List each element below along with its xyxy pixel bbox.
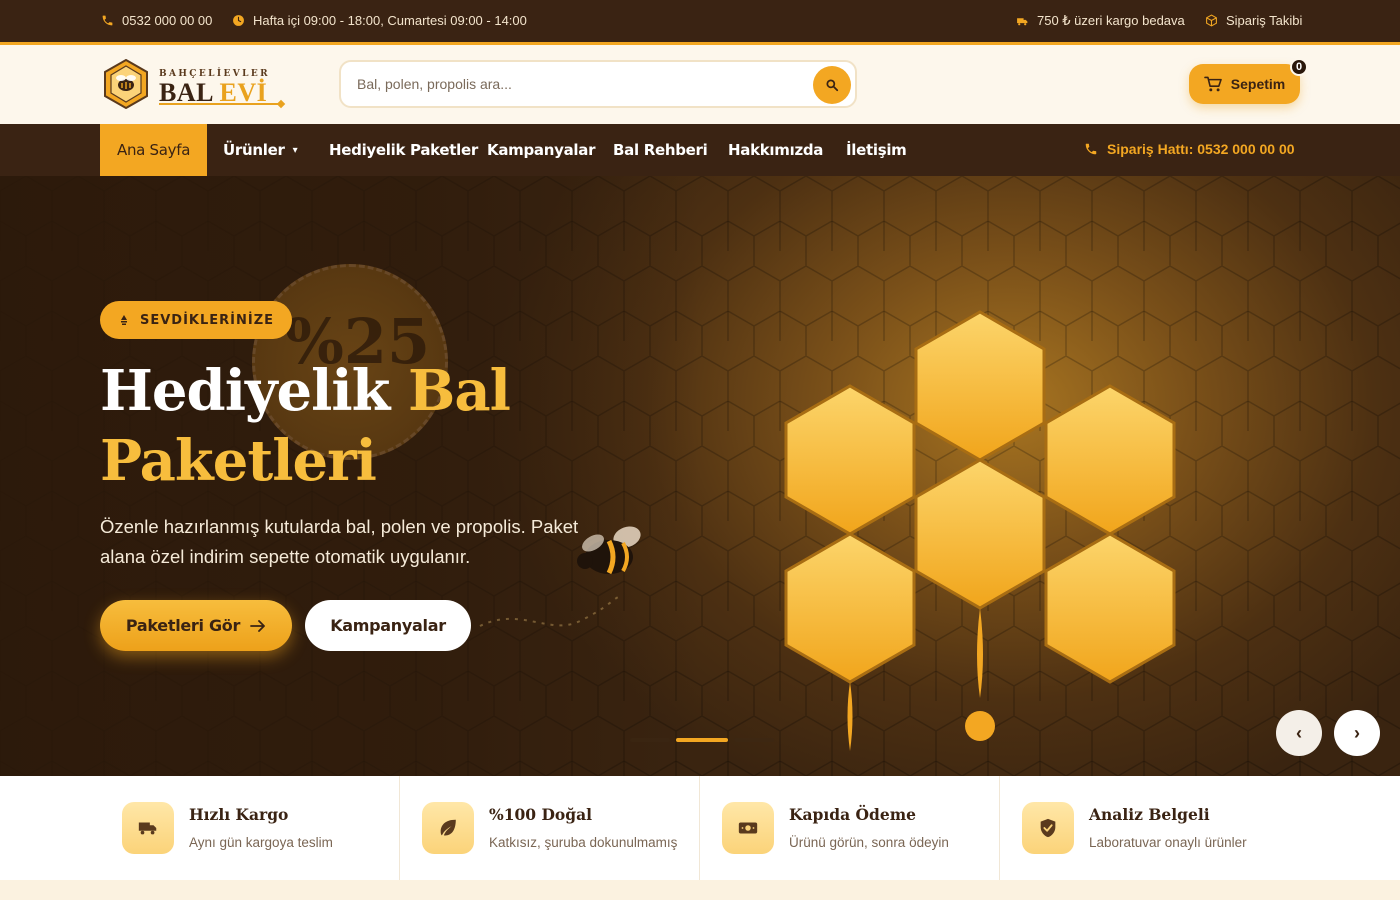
topbar-shipping: 750 ₺ üzeri kargo bedava [1016,13,1185,29]
features-bar: Hızlı Kargo Aynı gün kargoya teslim %100… [0,776,1400,880]
top-bar: 0532 000 00 00 Hafta içi 09:00 - 18:00, … [0,0,1400,45]
search-box [339,60,857,108]
feature-icon-box [422,802,474,854]
bee-trail [479,595,621,627]
order-line[interactable]: Sipariş Hattı: 0532 000 00 00 [1084,141,1295,157]
nav-products[interactable]: Ürünler ▾ [223,124,298,176]
truck-icon [138,822,157,835]
slider-prev-button[interactable]: ‹ [1276,710,1322,756]
feature-item: %100 Doğal Katkısız, şuruba dokunulmamış [400,776,700,880]
topbar-hours: Hafta içi 09:00 - 18:00, Cumartesi 09:00… [232,13,527,28]
hero-slider: %25 SEVDİKLERİNİZE Hediyelik Bal Paketle… [0,176,1400,776]
feature-title: %100 Doğal [489,805,593,824]
feature-item: Kapıda Ödeme Ürünü görün, sonra ödeyin [700,776,1000,880]
honeycomb-illustration [784,310,1176,751]
nav-products-label: Ürünler [223,141,285,159]
logo[interactable]: BAHÇELİEVLER BAL EVİ [104,59,289,111]
search-icon [826,79,839,92]
clock-icon [233,15,244,26]
nav-gift-packages[interactable]: Hediyelik Paketler [329,124,478,176]
search-input[interactable] [357,62,797,106]
logo-diamond [276,99,286,109]
nav-about[interactable]: Hakkımızda [728,124,823,176]
slider-dot-active[interactable] [676,738,728,742]
feature-icon-box [1022,802,1074,854]
bee-small-icon [121,315,127,325]
topbar-shipping-text: 750 ₺ üzeri kargo bedava [1037,13,1185,28]
feature-title: Hızlı Kargo [189,805,289,824]
nav-contact[interactable]: İletişim [846,124,907,176]
topbar-hours-text: Hafta içi 09:00 - 18:00, Cumartesi 09:00… [253,13,527,28]
nav-campaigns[interactable]: Kampanyalar [487,124,595,176]
hero-badge-text: SEVDİKLERİNİZE [140,312,275,328]
feature-desc: Ürünü görün, sonra ödeyin [789,835,949,850]
search-button[interactable] [813,66,851,104]
feature-icon-box [722,802,774,854]
cart-button[interactable]: Sepetim 0 [1189,58,1308,104]
slider-dots [630,738,774,742]
feature-title: Analiz Belgeli [1089,805,1210,824]
chevron-left-icon: ‹ [1296,722,1302,743]
phone-icon [102,15,113,26]
box-icon [1206,14,1217,27]
nav-honey-guide[interactable]: Bal Rehberi [613,124,708,176]
feature-item: Hızlı Kargo Aynı gün kargoya teslim [100,776,400,880]
cart-count-badge: 0 [1290,58,1308,76]
nav-home[interactable]: Ana Sayfa [100,124,208,176]
header: BAHÇELİEVLER BAL EVİ Sepetim 0 [0,45,1400,124]
feature-desc: Katkısız, şuruba dokunulmamış [489,835,678,850]
topbar-phone-text: 0532 000 00 00 [122,13,213,28]
bottom-pattern-strip [0,880,1400,900]
truck-icon [1017,17,1028,25]
shield-check-icon [1040,818,1056,838]
cart-label: Sepetim [1230,76,1286,92]
feature-item: Analiz Belgeli Laboratuvar onaylı ürünle… [1000,776,1300,880]
hero-title: Hediyelik Bal Paketleri [100,358,511,494]
slider-next-button[interactable]: › [1334,710,1380,756]
feature-desc: Laboratuvar onaylı ürünler [1089,835,1247,850]
bee-icon [577,526,641,575]
topbar-phone[interactable]: 0532 000 00 00 [101,13,212,28]
logo-underline [159,103,279,105]
order-tracking-link[interactable]: Sipariş Takibi [1205,13,1302,28]
cart-icon [1203,76,1222,92]
hero-description: Özenle hazırlanmış kutularda bal, polen … [100,516,579,567]
order-line-text: Sipariş Hattı: 0532 000 00 00 [1107,141,1295,157]
slider-dot[interactable] [630,738,670,742]
feature-icon-box [122,802,174,854]
main-nav: Ana Sayfa Ürünler ▾ Hediyelik Paketler K… [0,124,1400,176]
view-packages-label: Paketleri Gör [125,616,241,635]
feature-title: Kapıda Ödeme [789,805,916,824]
chevron-down-icon: ▾ [292,144,298,156]
hero-badge: SEVDİKLERİNİZE [100,301,293,339]
cash-icon [738,822,758,834]
leaf-icon [440,819,456,836]
view-packages-button[interactable]: Paketleri Gör [100,600,292,651]
phone-icon [1085,143,1097,155]
arrow-right-icon [250,619,265,632]
bee-hexagon-logo-icon [104,59,148,109]
slider-dot[interactable] [734,738,774,742]
order-tracking-text: Sipariş Takibi [1226,13,1303,28]
chevron-right-icon: › [1354,722,1360,743]
feature-desc: Aynı gün kargoya teslim [189,835,333,850]
campaigns-button[interactable]: Kampanyalar [305,600,471,651]
